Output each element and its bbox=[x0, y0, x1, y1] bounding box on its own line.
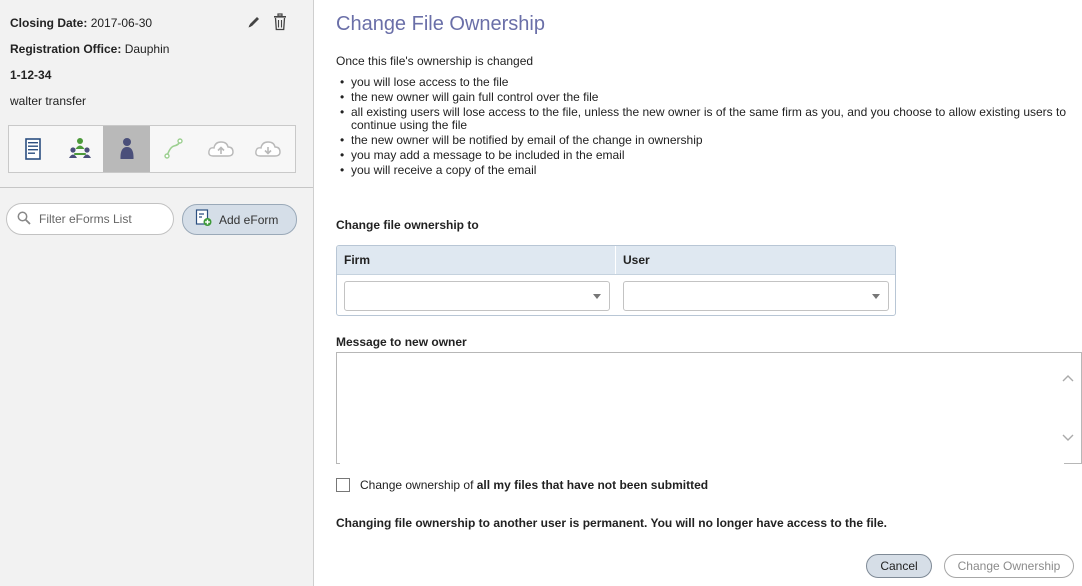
route-icon[interactable] bbox=[150, 126, 197, 172]
user-select[interactable] bbox=[623, 281, 889, 311]
checkbox-label-prefix: Change ownership of bbox=[360, 478, 477, 492]
list-item: all existing users will lose access to t… bbox=[336, 106, 1076, 132]
permanent-warning: Changing file ownership to another user … bbox=[336, 516, 887, 530]
intro-text: Once this file's ownership is changed bbox=[336, 54, 534, 68]
registration-office: Registration Office: Dauphin bbox=[10, 42, 300, 68]
registration-office-label: Registration Office: bbox=[10, 42, 122, 56]
cloud-upload-icon[interactable] bbox=[197, 126, 244, 172]
checkbox-label-bold: all my files that have not been submitte… bbox=[476, 478, 709, 492]
trash-icon[interactable] bbox=[271, 12, 289, 32]
firm-select[interactable] bbox=[344, 281, 610, 311]
file-actions bbox=[245, 12, 289, 32]
message-label: Message to new owner bbox=[336, 335, 467, 349]
add-eform-button[interactable]: Add eForm bbox=[182, 204, 297, 235]
scroll-down-icon[interactable] bbox=[1061, 431, 1075, 445]
list-item: you will receive a copy of the email bbox=[336, 164, 1076, 178]
owner-table-body bbox=[337, 275, 895, 315]
filter-eforms-box[interactable] bbox=[6, 203, 174, 235]
closing-date-label: Closing Date: bbox=[10, 16, 88, 30]
change-to-label: Change file ownership to bbox=[336, 218, 479, 232]
file-description: walter transfer bbox=[10, 94, 87, 108]
chevron-down-icon bbox=[593, 294, 601, 299]
change-all-files-checkbox[interactable] bbox=[336, 478, 350, 492]
consequences-list: you will lose access to the file the new… bbox=[336, 76, 1076, 179]
change-all-files-option: Change ownership of all my files that ha… bbox=[336, 478, 708, 492]
search-icon bbox=[17, 211, 31, 228]
owner-table-header: Firm User bbox=[337, 246, 895, 275]
list-item: you will lose access to the file bbox=[336, 76, 1076, 90]
list-item: the new owner will gain full control ove… bbox=[336, 91, 1076, 105]
owner-selection-table: Firm User bbox=[336, 245, 896, 316]
registration-office-value: Dauphin bbox=[124, 42, 170, 56]
chevron-down-icon bbox=[872, 294, 880, 299]
file-number: 1-12-34 bbox=[10, 68, 300, 94]
sidebar-divider bbox=[0, 187, 313, 188]
user-header: User bbox=[623, 253, 650, 267]
list-item: the new owner will be notified by email … bbox=[336, 134, 1076, 148]
change-all-files-label: Change ownership of all my files that ha… bbox=[360, 478, 708, 492]
document-icon[interactable] bbox=[9, 126, 56, 172]
file-number-text: 1-12-34 bbox=[10, 68, 52, 82]
pencil-icon[interactable] bbox=[245, 12, 263, 32]
closing-date-value: 2017-06-30 bbox=[90, 16, 153, 30]
sidebar: Closing Date: 2017-06-30 Registration Of… bbox=[0, 0, 314, 586]
file-toolbar bbox=[8, 125, 296, 173]
add-document-icon bbox=[195, 209, 213, 230]
change-ownership-button[interactable]: Change Ownership bbox=[944, 554, 1074, 578]
list-item: you may add a message to be included in … bbox=[336, 149, 1076, 163]
filter-eforms-input[interactable] bbox=[37, 211, 171, 227]
firm-header: Firm bbox=[337, 246, 616, 274]
cloud-download-icon[interactable] bbox=[244, 126, 291, 172]
scroll-up-icon[interactable] bbox=[1061, 371, 1075, 385]
cancel-button[interactable]: Cancel bbox=[866, 554, 932, 578]
message-textarea[interactable] bbox=[340, 356, 1064, 464]
person-icon[interactable] bbox=[103, 126, 150, 172]
users-network-icon[interactable] bbox=[56, 126, 103, 172]
add-eform-label: Add eForm bbox=[219, 212, 279, 227]
message-box bbox=[336, 352, 1082, 464]
page-title: Change File Ownership bbox=[336, 13, 545, 35]
